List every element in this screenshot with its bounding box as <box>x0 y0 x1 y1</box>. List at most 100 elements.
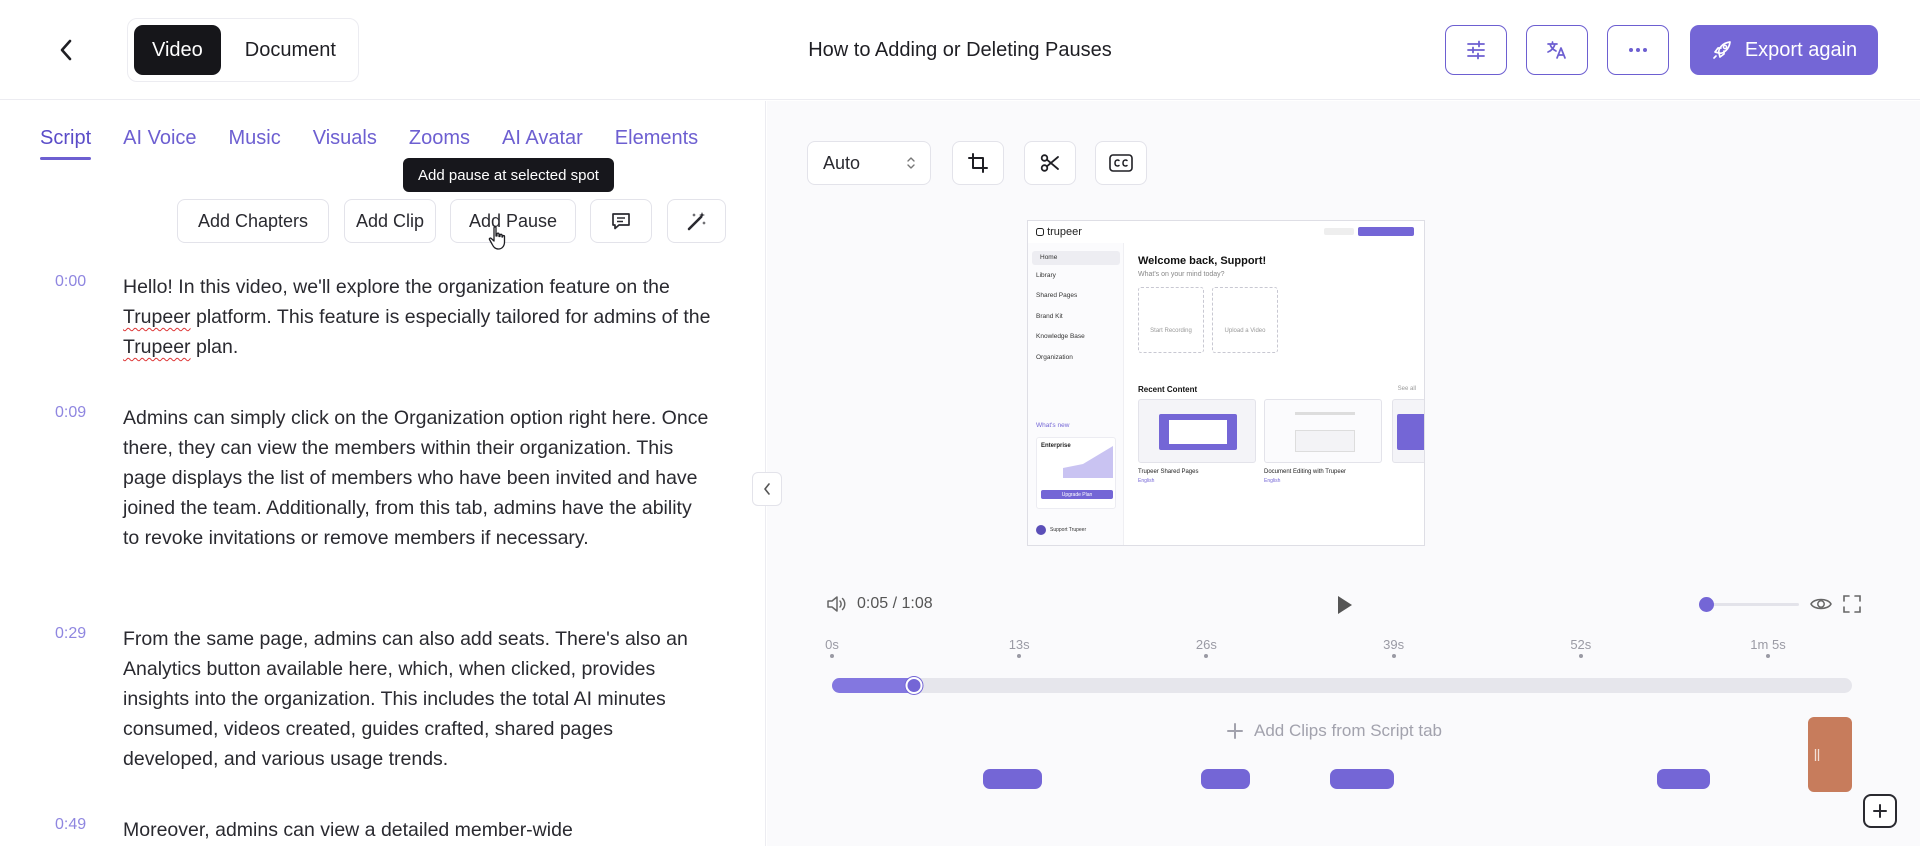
text-run: Hello! In this video, we'll explore the … <box>123 276 670 298</box>
pause-marker[interactable] <box>1657 769 1711 789</box>
volume-icon[interactable] <box>826 594 848 614</box>
preview-logo: trupeer <box>1036 226 1082 238</box>
mode-video-button[interactable]: Video <box>134 25 221 75</box>
video-panel: Auto trupeer Home Library Shared Pages B… <box>767 101 1920 846</box>
editor-tabs: Script AI Voice Music Visuals Zooms AI A… <box>40 127 698 160</box>
timeline-tick-mark <box>1017 654 1022 658</box>
captions-button[interactable] <box>1095 141 1147 185</box>
timeline-tick-label: 26s <box>1195 637 1217 652</box>
timeline-tick-label: 39s <box>1383 637 1405 652</box>
back-button[interactable] <box>46 30 86 70</box>
misspelled-word[interactable]: Trupeer <box>123 336 191 358</box>
closed-captions-icon <box>1109 154 1133 172</box>
crop-icon <box>968 153 988 173</box>
time-separator: / <box>892 595 898 612</box>
pause-marker[interactable] <box>1330 769 1394 789</box>
segment-text[interactable]: From the same page, admins can also add … <box>123 624 713 774</box>
segment-timestamp[interactable]: 0:49 <box>55 816 86 834</box>
segment-text[interactable]: Moreover, admins can view a detailed mem… <box>123 815 713 845</box>
mouse-pointer-icon <box>488 226 506 250</box>
segment-timestamp[interactable]: 0:09 <box>55 404 86 422</box>
timeline-tick-mark <box>830 654 834 658</box>
preview-thumbnail: Document Editing with Trupeer English <box>1264 399 1382 517</box>
header-bar: Video Document How to Adding or Deleting… <box>0 0 1920 100</box>
ellipsis-icon <box>1629 48 1647 52</box>
time-display: 0:05 / 1:08 <box>857 595 933 613</box>
logo-icon <box>1036 228 1044 236</box>
tab-script[interactable]: Script <box>40 127 92 160</box>
preview-welcome-sub: What's on your mind today? <box>1138 271 1225 278</box>
settings-button[interactable] <box>1445 25 1507 75</box>
preview-sidebar: Home Library Shared Pages Brand Kit Know… <box>1028 243 1124 545</box>
add-clips-button[interactable]: Add Clips from Script tab <box>1226 721 1442 741</box>
sliders-icon <box>1467 40 1485 60</box>
text-run: plan. <box>190 336 239 358</box>
preview-plan-card: Enterprise Upgrade Plan <box>1036 437 1116 509</box>
preview-nav-item: Knowledge Base <box>1036 333 1085 340</box>
tab-zooms[interactable]: Zooms <box>409 127 470 160</box>
preview-thumbnail: Trupeer Shared Pages English <box>1138 399 1256 517</box>
grip-icon <box>1814 748 1820 761</box>
aspect-ratio-value: Auto <box>823 152 861 173</box>
translate-button[interactable] <box>1526 25 1588 75</box>
add-clips-label: Add Clips from Script tab <box>1254 721 1443 740</box>
zoom-slider-knob[interactable] <box>1699 597 1714 612</box>
chevron-up-down-icon <box>907 157 915 169</box>
cut-button[interactable] <box>1024 141 1076 185</box>
chevron-left-icon <box>764 483 770 495</box>
misspelled-word[interactable]: Trupeer <box>123 306 191 328</box>
timeline-end-handle[interactable] <box>1808 717 1852 792</box>
export-label: Export again <box>1744 38 1858 61</box>
add-clip-button[interactable]: Add Clip <box>344 199 436 243</box>
preview-upgrade-button: Upgrade Plan <box>1041 490 1113 499</box>
duration: 1:08 <box>901 595 933 612</box>
preview-nav-item: Organization <box>1036 354 1073 361</box>
add-block-button[interactable] <box>1863 794 1897 828</box>
timeline-playhead[interactable] <box>905 677 923 694</box>
add-chapters-button[interactable]: Add Chapters <box>177 199 329 243</box>
pause-marker[interactable] <box>1200 769 1250 789</box>
comment-button[interactable] <box>590 199 652 243</box>
fullscreen-icon[interactable] <box>1843 595 1861 613</box>
preview-new-button <box>1358 227 1414 236</box>
play-icon[interactable] <box>1333 594 1355 616</box>
preview-thumbnail-tag: English <box>1264 478 1281 484</box>
zoom-slider-track <box>1699 603 1799 606</box>
aspect-ratio-select[interactable]: Auto <box>807 141 931 185</box>
tab-visuals[interactable]: Visuals <box>313 127 377 160</box>
timeline-scrubber[interactable] <box>832 677 1852 694</box>
chevron-left-icon <box>60 39 72 61</box>
pause-marker[interactable] <box>983 769 1043 789</box>
timeline-tick-mark <box>1578 654 1583 658</box>
page-title[interactable]: How to Adding or Deleting Pauses <box>700 0 1220 100</box>
plus-square-icon <box>1873 804 1887 818</box>
eye-icon[interactable] <box>1810 595 1832 613</box>
preview-thumbnail-caption: Document Editing with Trupeer <box>1264 469 1347 475</box>
segment-text[interactable]: Hello! In this video, we'll explore the … <box>123 272 713 362</box>
zoom-slider[interactable] <box>1699 595 1799 613</box>
preview-thumbnail-image <box>1392 399 1424 463</box>
export-button[interactable]: Export again <box>1690 25 1878 75</box>
tab-ai-voice[interactable]: AI Voice <box>123 127 196 160</box>
crop-button[interactable] <box>952 141 1004 185</box>
magic-wand-button[interactable] <box>667 199 726 243</box>
tab-ai-avatar[interactable]: AI Avatar <box>502 127 583 160</box>
add-pause-button[interactable]: Add Pause <box>450 199 576 243</box>
preview-thumbnail <box>1392 399 1424 517</box>
tab-music[interactable]: Music <box>229 127 281 160</box>
add-pause-tooltip: Add pause at selected spot <box>403 158 614 192</box>
video-preview[interactable]: trupeer Home Library Shared Pages Brand … <box>1027 220 1425 546</box>
preview-nav-item: Library <box>1036 272 1056 279</box>
segment-timestamp[interactable]: 0:00 <box>55 273 86 291</box>
collapse-panel-button[interactable] <box>752 472 782 506</box>
preview-recent-title: Recent Content <box>1138 385 1198 394</box>
more-options-button[interactable] <box>1607 25 1669 75</box>
text-run: platform. This feature is especially tai… <box>190 306 711 328</box>
mode-toggle: Video Document <box>127 18 359 82</box>
script-panel: Script AI Voice Music Visuals Zooms AI A… <box>0 101 766 846</box>
tab-elements[interactable]: Elements <box>615 127 698 160</box>
preview-thumbnail-tag: English <box>1138 478 1155 484</box>
segment-text[interactable]: Admins can simply click on the Organizat… <box>123 403 713 553</box>
mode-document-button[interactable]: Document <box>227 25 354 75</box>
segment-timestamp[interactable]: 0:29 <box>55 625 86 643</box>
